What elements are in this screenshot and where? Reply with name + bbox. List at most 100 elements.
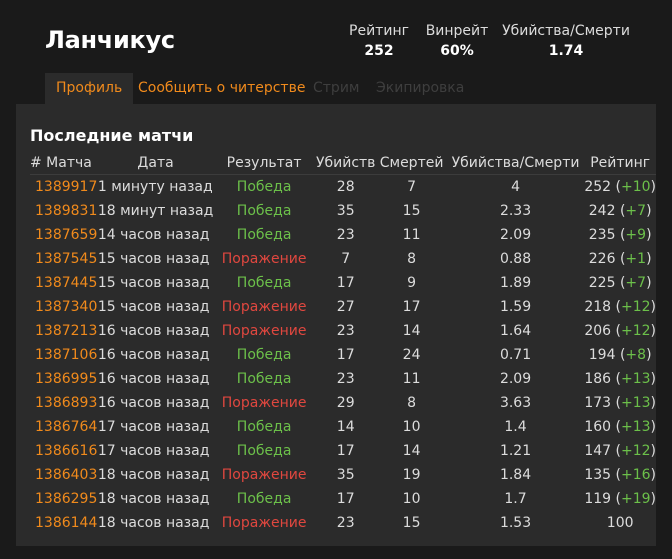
- match-kd: 1.4: [504, 419, 527, 435]
- match-id-link[interactable]: 1389831: [30, 203, 97, 219]
- match-rating: 160: [584, 419, 612, 435]
- recent-matches-table: # Матча Дата Результат Убийств Смертей У…: [30, 152, 656, 535]
- match-date: 15 часов назад: [97, 275, 210, 291]
- match-kd: 1.53: [499, 515, 532, 531]
- match-id-cell: 1386764: [30, 415, 98, 439]
- match-rating-cell: 173 (+13): [584, 395, 656, 411]
- col-header-result: Результат: [213, 152, 315, 175]
- match-deaths: 9: [407, 275, 417, 291]
- match-rating-cell: 194 (+8): [588, 347, 652, 363]
- match-result: Победа: [236, 227, 292, 243]
- match-rating-cell: 225 (+7): [588, 275, 652, 291]
- match-id-cell: 1387340: [30, 295, 98, 319]
- match-result: Поражение: [221, 395, 307, 411]
- match-result: Поражение: [221, 299, 307, 315]
- rating-delta: +19: [620, 491, 651, 507]
- match-kd: 2.09: [499, 227, 532, 243]
- match-result: Поражение: [221, 323, 307, 339]
- match-id-link[interactable]: 1386764: [30, 419, 97, 435]
- match-id-link[interactable]: 1387545: [30, 251, 97, 267]
- match-date: 16 часов назад: [97, 347, 210, 363]
- winrate-value: 60%: [440, 43, 474, 59]
- match-rating: 135: [584, 467, 612, 483]
- match-date: 16 часов назад: [97, 395, 210, 411]
- match-date: 18 часов назад: [97, 467, 210, 483]
- match-date: 16 часов назад: [97, 371, 210, 387]
- match-rating: 186: [584, 371, 612, 387]
- match-kd: 1.64: [499, 323, 532, 339]
- rating-delta: +9: [625, 227, 647, 243]
- match-deaths: 15: [402, 515, 421, 531]
- col-header-rating: Рейтинг: [584, 152, 656, 175]
- kd-label: Убийства/Смерти: [502, 23, 630, 39]
- match-rating-cell: 135 (+16): [584, 467, 656, 483]
- match-rating: 226: [588, 251, 616, 267]
- match-rating-cell: 100: [584, 511, 656, 535]
- match-result: Победа: [236, 419, 292, 435]
- rating-delta: +8: [625, 347, 647, 363]
- match-deaths: 14: [402, 323, 421, 339]
- table-row: 1386295 18 часов назад Победа 17 10 1.7 119 (+…: [30, 487, 656, 511]
- match-kd: 4: [511, 179, 520, 195]
- match-deaths: 7: [407, 179, 417, 195]
- match-date: 18 часов назад: [97, 491, 210, 507]
- match-rating: 206: [584, 323, 612, 339]
- match-id-link[interactable]: 1387106: [30, 347, 97, 363]
- match-id-link[interactable]: 1386144: [30, 515, 97, 531]
- match-id-cell: 1387445: [30, 271, 98, 295]
- table-row: 1387445 15 часов назад Победа 17 9 1.89 225 (+…: [30, 271, 656, 295]
- match-date: 14 часов назад: [97, 227, 210, 243]
- match-rating-cell: 252 (+10): [584, 179, 656, 195]
- match-rating: 235: [588, 227, 616, 243]
- rating-stat: Рейтинг 252: [342, 22, 416, 62]
- match-rating-cell: 226 (+1): [588, 251, 652, 267]
- winrate-label: Винрейт: [425, 23, 489, 39]
- match-deaths: 10: [402, 491, 421, 507]
- match-kd: 1.84: [499, 467, 532, 483]
- match-rating-cell: 119 (+19): [584, 491, 656, 507]
- match-deaths: 10: [402, 419, 421, 435]
- recent-matches-title: Последние матчи: [30, 126, 194, 145]
- table-row: 1387545 15 часов назад Поражение 7 8 0.88 226 …: [30, 247, 656, 271]
- match-id-link[interactable]: 1386403: [30, 467, 97, 483]
- tab-stream[interactable]: Стрим: [313, 73, 359, 104]
- match-kills: 23: [336, 323, 355, 339]
- match-rating-cell: 218 (+12): [584, 299, 656, 315]
- match-rating: 242: [588, 203, 616, 219]
- match-rating: 225: [588, 275, 616, 291]
- match-id-link[interactable]: 1386893: [30, 395, 97, 411]
- match-result: Победа: [236, 203, 292, 219]
- match-kills: 35: [336, 203, 355, 219]
- match-id-cell: 1389917: [30, 175, 98, 200]
- match-result: Победа: [236, 179, 292, 195]
- tab-report-cheater[interactable]: Сообщить о читерстве: [138, 73, 305, 104]
- profile-panel: Последние матчи # Матча Дата Результат У…: [16, 104, 656, 546]
- match-kd: 0.71: [499, 347, 532, 363]
- tab-equipment[interactable]: Экипировка: [376, 73, 464, 104]
- match-kills: 17: [336, 491, 355, 507]
- match-rating: 119: [584, 491, 612, 507]
- match-id-link[interactable]: 1387445: [30, 275, 97, 291]
- match-deaths: 8: [407, 251, 417, 267]
- match-id-link[interactable]: 1389917: [30, 179, 97, 195]
- match-date: 18 минут назад: [97, 203, 214, 219]
- table-row: 1389831 18 минут назад Победа 35 15 2.33 242 (…: [30, 199, 656, 223]
- rating-label: Рейтинг: [349, 23, 409, 39]
- match-id-link[interactable]: 1387340: [30, 299, 97, 315]
- col-header-id: # Матча: [30, 152, 98, 175]
- match-result: Поражение: [221, 251, 307, 267]
- match-deaths: 11: [402, 227, 421, 243]
- match-id-link[interactable]: 1386295: [30, 491, 97, 507]
- match-kd: 2.33: [499, 203, 532, 219]
- match-id-cell: 1386893: [30, 391, 98, 415]
- match-id-link[interactable]: 1387213: [30, 323, 97, 339]
- tab-profile[interactable]: Профиль: [45, 73, 134, 104]
- match-kd: 1.89: [499, 275, 532, 291]
- match-id-link[interactable]: 1387659: [30, 227, 97, 243]
- match-id-link[interactable]: 1386995: [30, 371, 97, 387]
- table-row: 1386144 18 часов назад Поражение 23 15 1.53 10…: [30, 511, 656, 535]
- rating-delta: +7: [625, 203, 647, 219]
- match-id-link[interactable]: 1386616: [30, 443, 97, 459]
- profile-header: Ланчикус Рейтинг 252 Винрейт 60% Убийств…: [0, 0, 672, 72]
- rating-delta: +16: [620, 467, 651, 483]
